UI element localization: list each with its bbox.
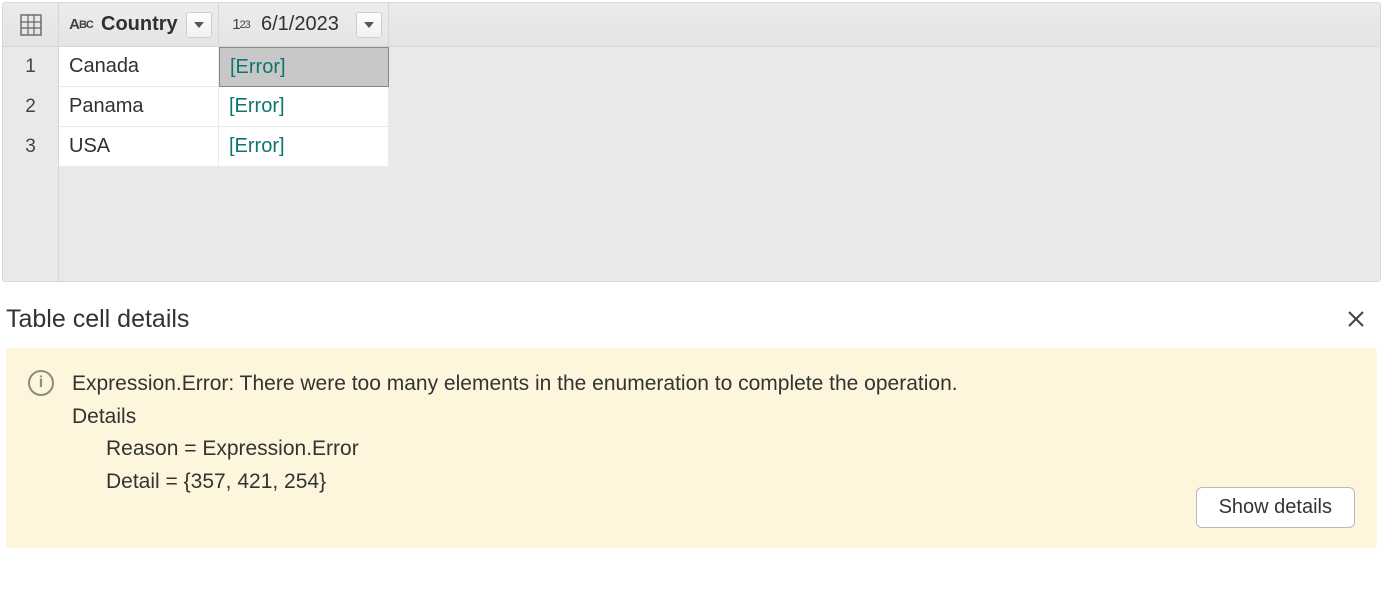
row-number[interactable]: 1: [3, 47, 58, 87]
row-number[interactable]: 3: [3, 127, 58, 167]
column-label: 6/1/2023: [261, 13, 350, 36]
error-detail-line: Reason = Expression.Error: [72, 433, 958, 466]
column-filter-button[interactable]: [186, 12, 212, 38]
cell-value[interactable]: [Error]: [219, 127, 389, 167]
error-message-block: Expression.Error: There were too many el…: [72, 368, 958, 498]
number-type-icon: 123: [227, 16, 255, 33]
chevron-down-icon: [193, 19, 205, 31]
table-row: Panama [Error]: [59, 87, 389, 127]
column-header-date[interactable]: 123 6/1/2023: [219, 3, 389, 46]
close-icon: [1347, 310, 1365, 328]
grid-body: 1 2 3 Canada [Error] Panama [Error] USA …: [3, 47, 1380, 281]
close-button[interactable]: [1339, 302, 1373, 336]
show-details-button[interactable]: Show details: [1196, 487, 1355, 528]
error-message: Expression.Error: There were too many el…: [72, 368, 958, 401]
details-title: Table cell details: [6, 305, 189, 334]
cell-details-panel: Table cell details i Expression.Error: T…: [0, 282, 1383, 554]
table-row: Canada [Error]: [59, 47, 389, 87]
cell-country[interactable]: Canada: [59, 47, 219, 87]
info-icon: i: [28, 370, 54, 396]
error-detail-line: Detail = {357, 421, 254}: [72, 466, 958, 499]
column-label: Country: [101, 13, 180, 36]
row-number[interactable]: 2: [3, 87, 58, 127]
text-type-icon: ABC: [67, 16, 95, 33]
column-header-country[interactable]: ABC Country: [59, 3, 219, 46]
cell-country[interactable]: Panama: [59, 87, 219, 127]
details-header: Table cell details: [6, 302, 1377, 348]
cell-value[interactable]: [Error]: [219, 87, 389, 127]
table-icon: [20, 14, 42, 36]
column-filter-button[interactable]: [356, 12, 382, 38]
grid-cells: Canada [Error] Panama [Error] USA [Error…: [59, 47, 389, 281]
cell-country[interactable]: USA: [59, 127, 219, 167]
chevron-down-icon: [363, 19, 375, 31]
data-grid: ABC Country 123 6/1/2023 1 2 3: [2, 2, 1381, 282]
table-row: USA [Error]: [59, 127, 389, 167]
grid-header: ABC Country 123 6/1/2023: [3, 3, 1380, 47]
row-number-gutter: 1 2 3: [3, 47, 59, 281]
cell-value[interactable]: [Error]: [219, 47, 389, 87]
error-details-label: Details: [72, 401, 958, 434]
error-banner: i Expression.Error: There were too many …: [6, 348, 1377, 548]
table-corner-button[interactable]: [3, 3, 59, 46]
